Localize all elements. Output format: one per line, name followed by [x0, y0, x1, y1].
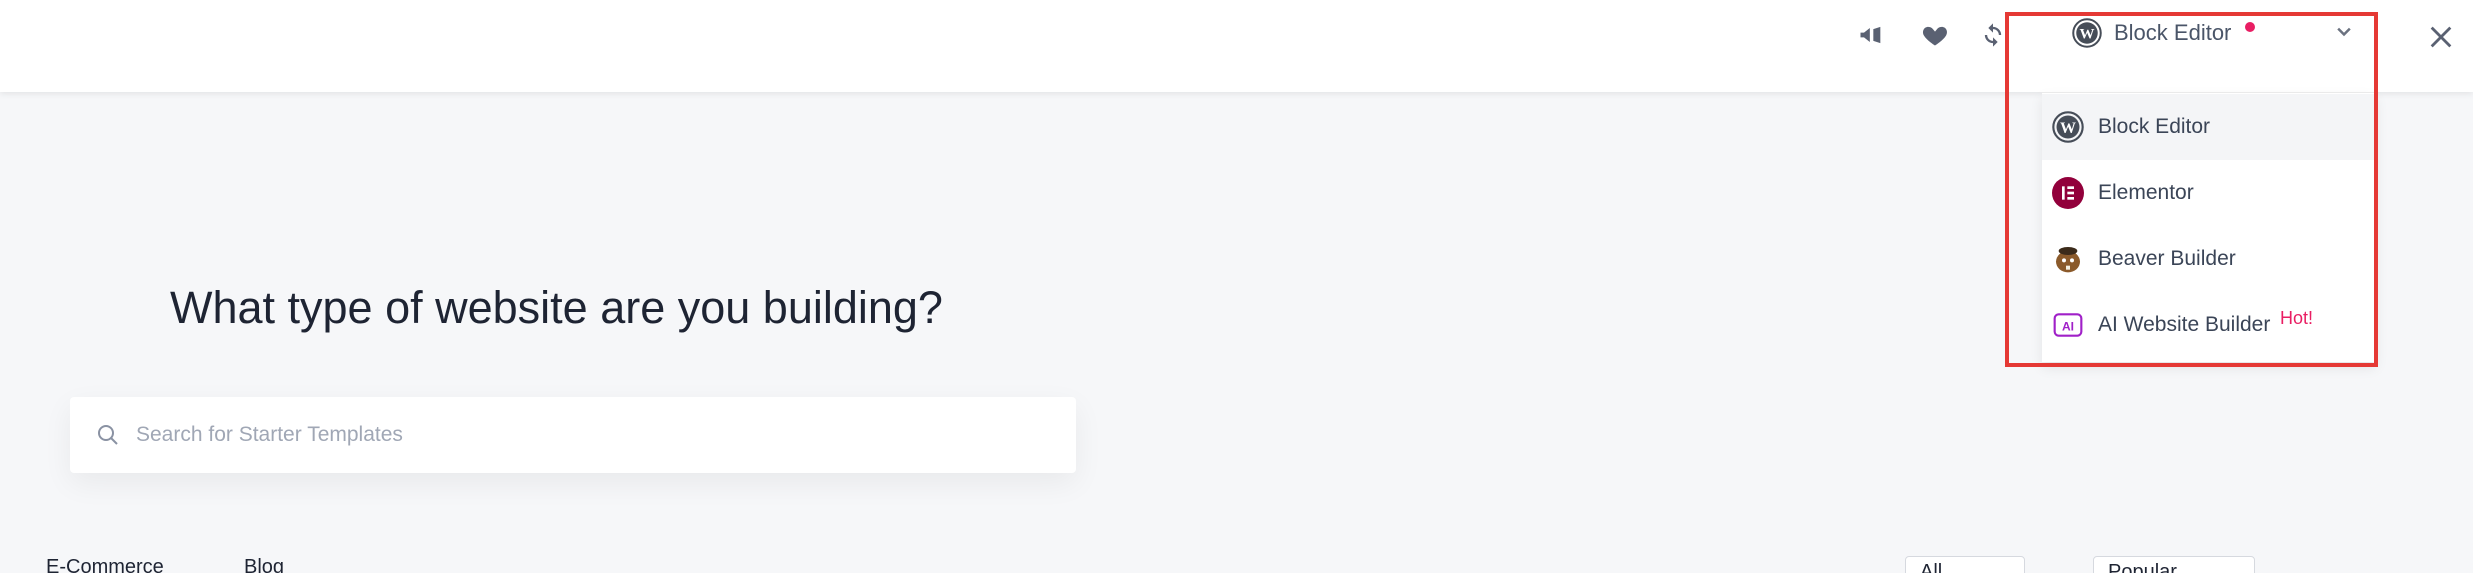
page-title: What type of website are you building?: [170, 282, 943, 333]
svg-text:W: W: [2060, 120, 2076, 137]
close-button[interactable]: [2418, 14, 2464, 60]
hot-badge: Hot!: [2280, 308, 2314, 328]
search-input[interactable]: [136, 423, 1036, 447]
sort-select[interactable]: Popular: [2093, 556, 2255, 573]
chevron-down-icon[interactable]: [2334, 22, 2354, 42]
category-ecommerce[interactable]: E-Commerce: [46, 556, 164, 573]
ai-icon: AI: [2053, 313, 2083, 337]
filter-row: E-Commerce Blog All Popular: [0, 556, 2473, 573]
builder-selector-label: Block Editor: [2114, 20, 2232, 45]
builder-dropdown-menu: W Block Editor Elementor Beaver Builder …: [2042, 92, 2376, 362]
notification-dot: [2245, 22, 2255, 32]
menu-item-beaver-builder[interactable]: Beaver Builder: [2042, 226, 2376, 292]
menu-item-block-editor[interactable]: W Block Editor: [2042, 94, 2376, 160]
menu-item-ai-website-builder[interactable]: AI AI Website Builder Hot!: [2042, 292, 2376, 358]
wordpress-icon: W: [2072, 18, 2102, 48]
heart-icon[interactable]: [1914, 14, 1956, 56]
svg-text:W: W: [2080, 27, 2095, 43]
builder-selector-current: W Block Editor: [2072, 18, 2231, 48]
beaver-icon: [2056, 247, 2080, 273]
menu-item-label: Beaver Builder: [2098, 247, 2236, 270]
elementor-icon: [2052, 177, 2084, 209]
category-blog[interactable]: Blog: [244, 556, 284, 573]
builder-selector[interactable]: W Block Editor: [2042, 0, 2376, 92]
close-icon: [2430, 26, 2452, 48]
menu-item-label: AI Website Builder: [2098, 313, 2271, 336]
wordpress-icon: W: [2052, 111, 2084, 143]
menu-item-elementor[interactable]: Elementor: [2042, 160, 2376, 226]
filter-type-select[interactable]: All: [1905, 556, 2025, 573]
sync-icon[interactable]: [1972, 14, 2014, 56]
menu-item-label: Elementor: [2098, 181, 2194, 204]
megaphone-icon[interactable]: [1850, 14, 1892, 56]
search-icon: [98, 425, 118, 445]
menu-item-label: Block Editor: [2098, 115, 2211, 138]
svg-text:AI: AI: [2062, 319, 2074, 333]
search-box[interactable]: [70, 397, 1076, 473]
